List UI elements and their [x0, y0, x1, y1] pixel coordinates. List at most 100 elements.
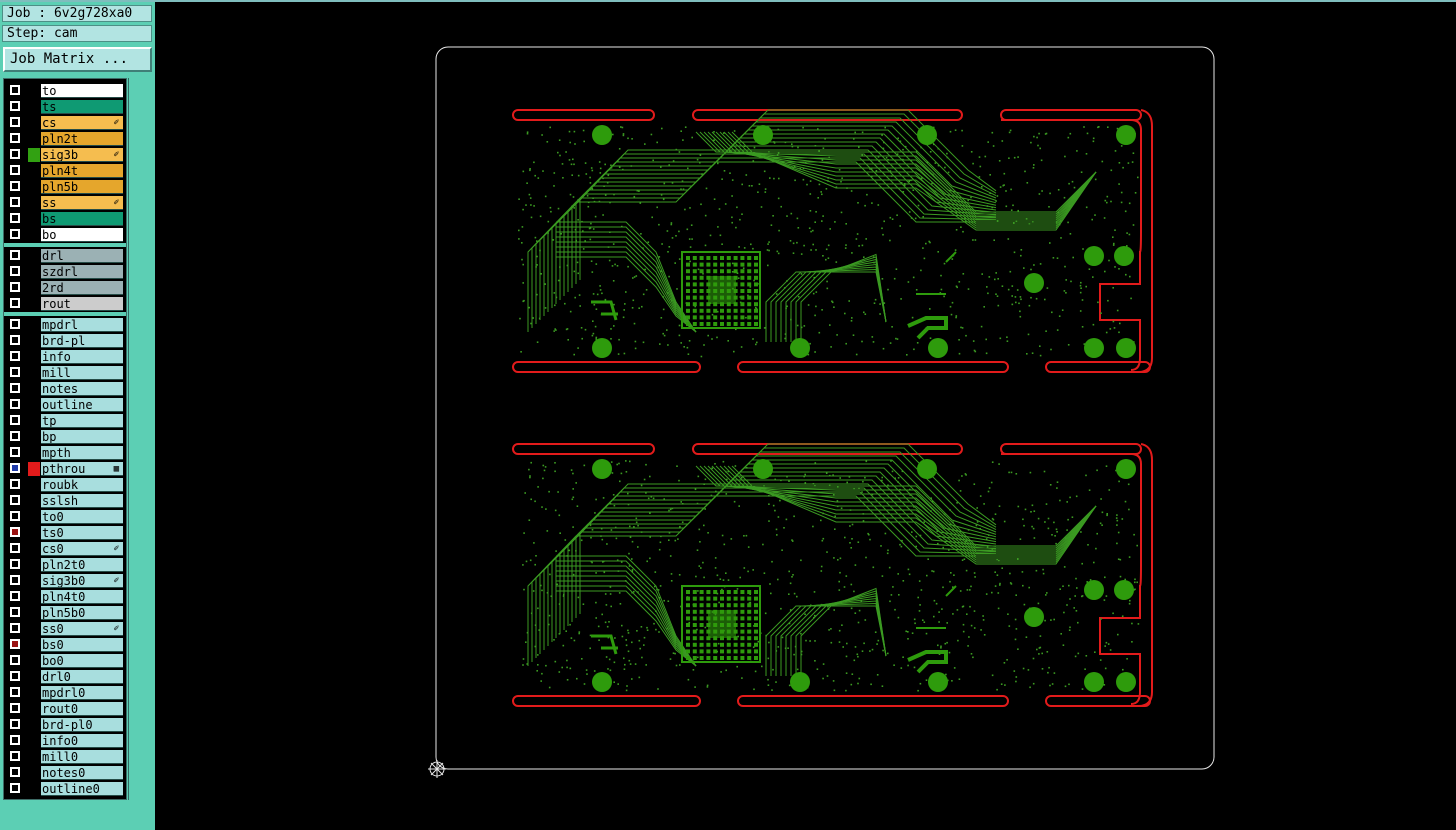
layer-row-mpdrl[interactable]: mpdrl — [4, 317, 126, 333]
layer-name[interactable]: sig3b0 ✐ — [41, 574, 123, 588]
layer-affected-checkbox[interactable] — [10, 623, 20, 633]
layer-row-to0[interactable]: to0 — [4, 509, 126, 525]
layer-name[interactable]: mpth — [41, 446, 123, 460]
layer-row-ss0[interactable]: ss0 ✐ — [4, 621, 126, 637]
layer-name[interactable]: bs0 — [41, 638, 123, 652]
layer-affected-checkbox[interactable] — [10, 351, 20, 361]
layer-name[interactable]: rout0 — [41, 702, 123, 716]
layer-affected-checkbox[interactable] — [10, 415, 20, 425]
layer-affected-checkbox[interactable] — [10, 165, 20, 175]
layer-row-drl0[interactable]: drl0 — [4, 669, 126, 685]
layer-name[interactable]: szdrl — [41, 265, 123, 279]
layer-row-sslsh[interactable]: sslsh — [4, 493, 126, 509]
layer-name[interactable]: rout — [41, 297, 123, 311]
layer-name[interactable]: mpdrl — [41, 318, 123, 332]
layer-row-notes0[interactable]: notes0 — [4, 765, 126, 781]
layer-display-swatch[interactable] — [28, 462, 40, 476]
layer-name[interactable]: info0 — [41, 734, 123, 748]
layer-name[interactable]: mill — [41, 366, 123, 380]
layer-row-mill0[interactable]: mill0 — [4, 749, 126, 765]
layer-name[interactable]: outline0 — [41, 782, 123, 796]
layer-name[interactable]: to — [41, 84, 123, 98]
layer-name[interactable]: ts0 — [41, 526, 123, 540]
layer-affected-checkbox[interactable] — [10, 319, 20, 329]
layer-row-brd-pl0[interactable]: brd-pl0 — [4, 717, 126, 733]
layer-affected-checkbox[interactable] — [10, 197, 20, 207]
layer-row-rout[interactable]: rout — [4, 296, 126, 312]
layer-row-roubk[interactable]: roubk — [4, 477, 126, 493]
layer-name[interactable]: notes — [41, 382, 123, 396]
layer-affected-checkbox[interactable] — [10, 607, 20, 617]
layer-name[interactable]: brd-pl0 — [41, 718, 123, 732]
layer-name[interactable]: drl — [41, 249, 123, 263]
layer-affected-checkbox[interactable] — [10, 447, 20, 457]
layer-row-bs0[interactable]: bs0 — [4, 637, 126, 653]
origin-crosshair-icon[interactable] — [428, 760, 446, 778]
layer-affected-checkbox[interactable] — [10, 495, 20, 505]
layer-name[interactable]: notes0 — [41, 766, 123, 780]
layer-row-sig3b0[interactable]: sig3b0 ✐ — [4, 573, 126, 589]
layer-row-ss[interactable]: ss ✐ — [4, 195, 126, 211]
layer-name[interactable]: bp — [41, 430, 123, 444]
layer-row-info[interactable]: info — [4, 349, 126, 365]
layer-row-ts0[interactable]: ts0 — [4, 525, 126, 541]
layer-row-pln5b[interactable]: pln5b — [4, 179, 126, 195]
layer-row-pln5b0[interactable]: pln5b0 — [4, 605, 126, 621]
layer-name[interactable]: cs ✐ — [41, 116, 123, 130]
layer-row-mpth[interactable]: mpth — [4, 445, 126, 461]
layer-affected-checkbox[interactable] — [10, 511, 20, 521]
layer-name[interactable]: bo0 — [41, 654, 123, 668]
layer-name[interactable]: drl0 — [41, 670, 123, 684]
layer-row-pthrou[interactable]: pthrou ▦ — [4, 461, 126, 477]
layer-name[interactable]: to0 — [41, 510, 123, 524]
layer-affected-checkbox[interactable] — [10, 335, 20, 345]
layer-name[interactable]: tp — [41, 414, 123, 428]
layer-affected-checkbox[interactable] — [10, 479, 20, 489]
layer-name[interactable]: pln5b — [41, 180, 123, 194]
layer-name[interactable]: mpdrl0 — [41, 686, 123, 700]
layer-row-2rd[interactable]: 2rd — [4, 280, 126, 296]
layer-row-info0[interactable]: info0 — [4, 733, 126, 749]
layer-row-bo[interactable]: bo — [4, 227, 126, 243]
layer-name[interactable]: mill0 — [41, 750, 123, 764]
layer-affected-checkbox[interactable] — [10, 543, 20, 553]
layer-affected-checkbox[interactable] — [10, 655, 20, 665]
layer-row-bo0[interactable]: bo0 — [4, 653, 126, 669]
layer-affected-checkbox[interactable] — [10, 181, 20, 191]
layer-affected-checkbox[interactable] — [10, 133, 20, 143]
layer-display-swatch[interactable] — [28, 148, 40, 162]
layer-affected-checkbox[interactable] — [10, 527, 20, 537]
layer-affected-checkbox[interactable] — [10, 703, 20, 713]
layer-affected-checkbox[interactable] — [10, 671, 20, 681]
layer-affected-checkbox[interactable] — [10, 591, 20, 601]
layer-affected-checkbox[interactable] — [10, 575, 20, 585]
layer-row-drl[interactable]: drl — [4, 248, 126, 264]
layer-affected-checkbox[interactable] — [10, 783, 20, 793]
layer-row-sig3b[interactable]: sig3b ✐ — [4, 147, 126, 163]
layer-affected-checkbox[interactable] — [10, 282, 20, 292]
layer-affected-checkbox[interactable] — [10, 399, 20, 409]
layer-affected-checkbox[interactable] — [10, 559, 20, 569]
graphic-canvas[interactable] — [156, 2, 1456, 830]
layer-row-outline0[interactable]: outline0 — [4, 781, 126, 797]
layer-name[interactable]: pthrou ▦ — [41, 462, 123, 476]
layer-name[interactable]: pln2t0 — [41, 558, 123, 572]
layer-row-tp[interactable]: tp — [4, 413, 126, 429]
layer-name[interactable]: ts — [41, 100, 123, 114]
layer-affected-checkbox[interactable] — [10, 767, 20, 777]
layer-name[interactable]: bs — [41, 212, 123, 226]
layer-affected-checkbox[interactable] — [10, 101, 20, 111]
layer-affected-checkbox[interactable] — [10, 149, 20, 159]
layer-row-bp[interactable]: bp — [4, 429, 126, 445]
layer-name[interactable]: info — [41, 350, 123, 364]
layer-row-notes[interactable]: notes — [4, 381, 126, 397]
layer-affected-checkbox[interactable] — [10, 85, 20, 95]
layer-row-cs[interactable]: cs ✐ — [4, 115, 126, 131]
layer-affected-checkbox[interactable] — [10, 751, 20, 761]
layer-row-ts[interactable]: ts — [4, 99, 126, 115]
layer-list-scrollbar[interactable] — [128, 78, 154, 800]
layer-name[interactable]: roubk — [41, 478, 123, 492]
layer-affected-checkbox[interactable] — [10, 229, 20, 239]
layer-row-outline[interactable]: outline — [4, 397, 126, 413]
layer-name[interactable]: sig3b ✐ — [41, 148, 123, 162]
